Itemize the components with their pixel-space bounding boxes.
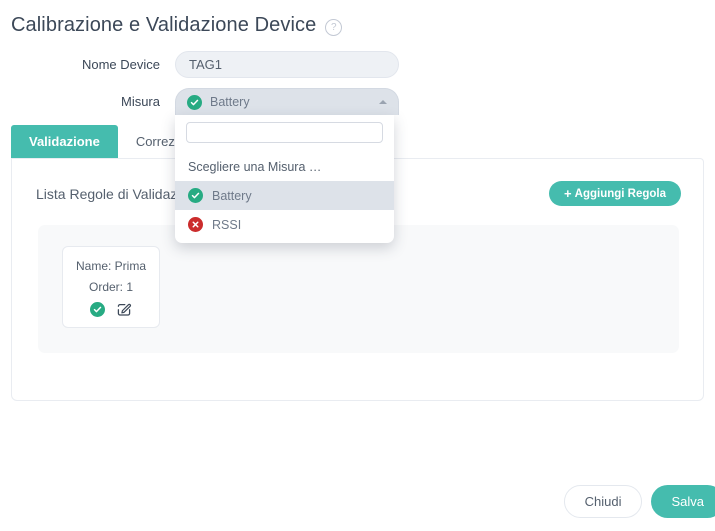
rule-actions <box>63 301 159 317</box>
close-button[interactable]: Chiudi <box>564 485 643 518</box>
check-circle-icon <box>188 188 203 203</box>
measure-dropdown: Scegliere una Misura … Battery RSSI <box>175 115 394 243</box>
plus-icon: + <box>564 186 572 201</box>
measure-option-battery[interactable]: Battery <box>175 181 394 210</box>
rule-order: Order: 1 <box>63 280 159 294</box>
measure-search-input[interactable] <box>186 122 383 143</box>
add-rule-button[interactable]: + Aggiungi Regola <box>549 181 681 206</box>
dialog-footer: Chiudi Salva <box>564 485 715 518</box>
add-rule-label: Aggiungi Regola <box>575 188 666 200</box>
device-name-label: Nome Device <box>0 57 175 72</box>
measure-selected-value: Battery <box>210 95 250 109</box>
check-circle-icon[interactable] <box>90 302 105 317</box>
page-header: Calibrazione e Validazione Device ? <box>0 0 715 37</box>
save-button[interactable]: Salva <box>651 485 715 518</box>
help-circle-icon[interactable]: ? <box>325 19 342 36</box>
measure-select-wrapper: Battery Scegliere una Misura … Battery <box>175 88 399 115</box>
measure-option-placeholder[interactable]: Scegliere una Misura … <box>175 152 394 181</box>
check-circle-icon <box>187 95 202 110</box>
rule-card[interactable]: Name: Prima Order: 1 <box>62 246 160 328</box>
measure-option-label: Battery <box>212 189 252 203</box>
measure-option-rssi[interactable]: RSSI <box>175 210 394 239</box>
page-title: Calibrazione e Validazione Device <box>11 14 316 37</box>
device-name-row: Nome Device <box>0 51 715 78</box>
device-name-input[interactable] <box>175 51 399 78</box>
measure-select-control[interactable]: Battery <box>175 88 399 115</box>
device-form: Nome Device Misura Battery Scegliere una… <box>0 37 715 115</box>
measure-row: Misura Battery Scegliere una Misura … <box>0 88 715 115</box>
edit-square-icon[interactable] <box>116 301 132 317</box>
times-circle-icon <box>188 217 203 232</box>
measure-option-label: Scegliere una Misura … <box>188 160 321 174</box>
measure-label: Misura <box>0 94 175 109</box>
rules-container: Name: Prima Order: 1 <box>38 225 679 353</box>
measure-option-label: RSSI <box>212 218 241 232</box>
tab-validazione[interactable]: Validazione <box>11 125 118 158</box>
chevron-up-icon[interactable] <box>379 100 387 104</box>
rule-name: Name: Prima <box>63 259 159 273</box>
